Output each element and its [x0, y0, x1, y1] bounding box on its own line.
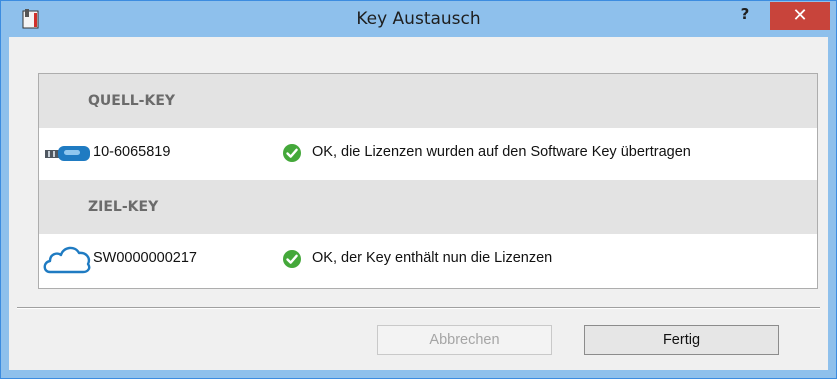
divider	[17, 307, 820, 309]
help-button[interactable]: ?	[731, 5, 759, 29]
target-key-id: SW0000000217	[93, 250, 197, 266]
target-key-status: OK, der Key enthält nun die Lizenzen	[312, 250, 553, 266]
cloud-icon	[43, 246, 91, 274]
title-bar[interactable]: Key Austausch ? ✕	[1, 1, 836, 37]
section-header-source: QUELL-KEY	[39, 74, 817, 128]
section-header-target: ZIEL-KEY	[39, 180, 817, 234]
source-key-id: 10-6065819	[93, 144, 171, 160]
dialog-body: QUELL-KEY 10-6065819 OK, die Lizenzen wu…	[9, 37, 828, 370]
close-button[interactable]: ✕	[770, 2, 830, 30]
window-title: Key Austausch	[356, 9, 481, 29]
checkmark-icon	[283, 144, 301, 162]
cancel-button[interactable]: Abbrechen	[377, 325, 552, 355]
dialog-window: Key Austausch ? ✕ QUELL-KEY 10-6065819 O…	[0, 0, 837, 379]
source-key-heading: QUELL-KEY	[88, 93, 176, 109]
list-item-target-key: SW0000000217 OK, der Key enthält nun die…	[39, 234, 817, 286]
key-list-panel: QUELL-KEY 10-6065819 OK, die Lizenzen wu…	[38, 73, 818, 289]
target-key-heading: ZIEL-KEY	[88, 199, 159, 215]
list-item-source-key: 10-6065819 OK, die Lizenzen wurden auf d…	[39, 128, 817, 180]
done-button[interactable]: Fertig	[584, 325, 779, 355]
checkmark-icon	[283, 250, 301, 268]
source-key-status: OK, die Lizenzen wurden auf den Software…	[312, 144, 691, 160]
usb-dongle-icon	[45, 146, 90, 161]
